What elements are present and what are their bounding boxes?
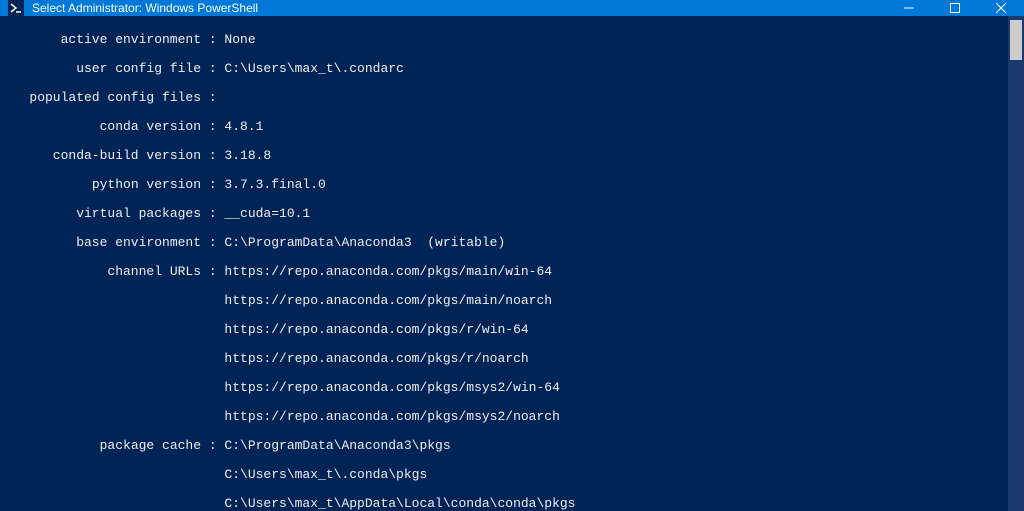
info-channel-urls-cont: https://repo.anaconda.com/pkgs/main/noar… — [6, 294, 1002, 309]
close-button[interactable] — [978, 0, 1024, 16]
info-virtual-packages: virtual packages : __cuda=10.1 — [6, 207, 1002, 222]
powershell-window: Select Administrator: Windows PowerShell… — [0, 0, 1024, 511]
titlebar[interactable]: Select Administrator: Windows PowerShell — [0, 0, 1024, 16]
info-populated-config-files: populated config files : — [6, 91, 1002, 106]
info-user-config-file: user config file : C:\Users\max_t\.conda… — [6, 62, 1002, 77]
info-channel-urls: channel URLs : https://repo.anaconda.com… — [6, 265, 1002, 280]
info-channel-urls-cont: https://repo.anaconda.com/pkgs/r/win-64 — [6, 323, 1002, 338]
powershell-icon — [8, 0, 24, 16]
info-python-version: python version : 3.7.3.final.0 — [6, 178, 1002, 193]
terminal-output[interactable]: active environment : None user config fi… — [0, 16, 1008, 511]
maximize-button[interactable] — [932, 0, 978, 16]
info-channel-urls-cont: https://repo.anaconda.com/pkgs/msys2/win… — [6, 381, 1002, 396]
scrollbar-thumb[interactable] — [1010, 20, 1022, 60]
window-title: Select Administrator: Windows PowerShell — [30, 1, 886, 15]
info-channel-urls-cont: https://repo.anaconda.com/pkgs/r/noarch — [6, 352, 1002, 367]
info-conda-build-version: conda-build version : 3.18.8 — [6, 149, 1002, 164]
info-package-cache-cont: C:\Users\max_t\.conda\pkgs — [6, 468, 1002, 483]
info-base-environment: base environment : C:\ProgramData\Anacon… — [6, 236, 1002, 251]
minimize-button[interactable] — [886, 0, 932, 16]
info-conda-version: conda version : 4.8.1 — [6, 120, 1002, 135]
window-controls — [886, 0, 1024, 16]
info-package-cache: package cache : C:\ProgramData\Anaconda3… — [6, 439, 1002, 454]
info-channel-urls-cont: https://repo.anaconda.com/pkgs/msys2/noa… — [6, 410, 1002, 425]
scrollbar[interactable] — [1008, 16, 1024, 511]
info-package-cache-cont: C:\Users\max_t\AppData\Local\conda\conda… — [6, 497, 1002, 511]
info-active-environment: active environment : None — [6, 33, 1002, 48]
